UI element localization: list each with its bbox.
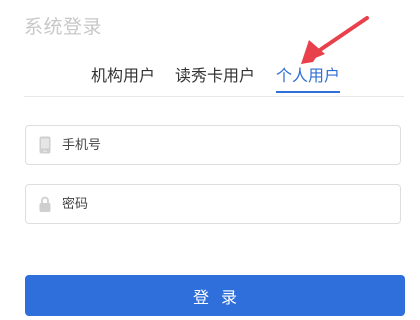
page-title: 系统登录 (24, 16, 103, 38)
tab-duxiu-card-user[interactable]: 读秀卡用户 (175, 66, 255, 86)
phone-field (25, 125, 401, 165)
tab-institution-user[interactable]: 机构用户 (91, 66, 155, 86)
lock-icon (39, 196, 51, 212)
phone-input[interactable] (62, 126, 382, 164)
login-button[interactable]: 登录 (25, 275, 405, 316)
password-input[interactable] (62, 185, 382, 223)
phone-icon (39, 136, 51, 154)
annotation-arrow-icon (301, 16, 369, 64)
tab-personal-user[interactable]: 个人用户 (276, 66, 341, 93)
password-field (25, 184, 401, 224)
